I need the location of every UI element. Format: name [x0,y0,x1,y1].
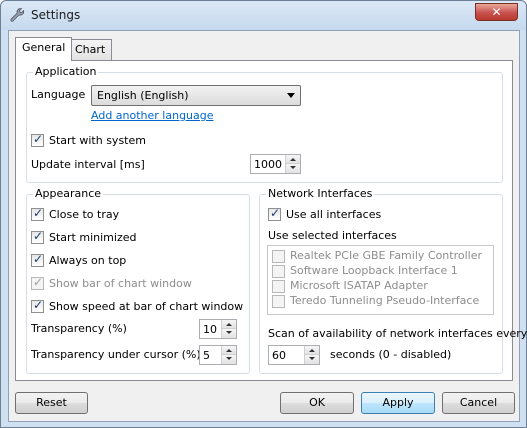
use-all-interfaces-label[interactable]: Use all interfaces [286,208,381,221]
spinner-buttons [304,346,319,364]
spinner-buttons [221,346,236,364]
language-label: Language [31,88,86,101]
general-tab-panel: Application Language English (English) A… [15,60,527,381]
scan-interval-spinner[interactable]: 60 [268,345,320,365]
cancel-button-label: Cancel [459,396,498,409]
always-on-top-checkbox[interactable] [31,252,44,267]
spinner-buttons [221,320,236,338]
show-bar-label: Show bar of chart window [49,277,192,290]
language-select-value: English (English) [97,89,189,102]
interface-checkbox [272,265,285,278]
close-icon: ✕ [491,5,502,19]
window-title: Settings [31,8,81,22]
apply-button-label: Apply [382,396,414,409]
transparency-value: 10 [203,323,217,336]
language-select[interactable]: English (English) [91,85,301,106]
settings-window: Settings ✕ General Chart Application Lan… [0,0,527,428]
dialog-client-area: General Chart Application Language Engli… [8,30,527,422]
ok-button[interactable]: OK [280,392,354,414]
start-with-system-label[interactable]: Start with system [49,134,146,147]
tab-general-label: General [22,41,66,54]
chevron-down-icon [287,93,295,98]
start-minimized-checkbox[interactable] [31,229,44,244]
application-group: Application Language English (English) A… [26,65,503,183]
show-bar-checkbox [31,275,44,290]
interfaces-list[interactable]: Realtek PCIe GBE Family Controller Softw… [267,245,494,315]
add-language-link[interactable]: Add another language [91,109,214,122]
interface-checkbox [272,250,285,263]
start-minimized-label[interactable]: Start minimized [49,231,136,244]
application-group-title: Application [33,65,99,78]
list-item: Realtek PCIe GBE Family Controller [290,249,483,262]
list-item: Teredo Tunneling Pseudo-Interface [290,294,480,307]
transparency-cursor-value: 5 [203,349,210,362]
spin-up-icon[interactable] [305,346,319,355]
network-interfaces-group: Network Interfaces Use all interfaces Us… [259,187,527,374]
interface-checkbox [272,295,285,308]
start-with-system-checkbox[interactable] [31,132,44,147]
appearance-group-title: Appearance [33,187,104,200]
list-item: Software Loopback Interface 1 [290,264,458,277]
always-on-top-label[interactable]: Always on top [49,254,126,267]
scan-interval-suffix: seconds (0 - disabled) [330,348,452,361]
scan-interval-label: Scan of availability of network interfac… [268,327,527,340]
show-speed-checkbox[interactable] [31,298,44,313]
spin-down-icon[interactable] [286,164,300,173]
show-speed-label[interactable]: Show speed at bar of chart window [49,300,243,313]
apply-button[interactable]: Apply [361,392,435,414]
spin-down-icon[interactable] [305,355,319,364]
tab-chart-label: Chart [75,43,106,56]
close-to-tray-checkbox[interactable] [31,206,44,221]
spin-up-icon[interactable] [222,320,236,329]
wrench-icon [10,8,25,22]
title-bar[interactable]: Settings ✕ [1,1,526,30]
scan-interval-value: 60 [272,349,286,362]
tab-chart[interactable]: Chart [68,39,113,60]
spin-down-icon[interactable] [222,329,236,338]
tab-general[interactable]: General [15,37,73,61]
network-group-title: Network Interfaces [266,187,375,200]
close-button[interactable]: ✕ [475,3,518,21]
spin-up-icon[interactable] [286,155,300,164]
transparency-cursor-label: Transparency under cursor (%) [31,348,201,361]
update-interval-label: Update interval [ms] [31,158,145,171]
update-interval-spinner[interactable]: 1000 [250,154,301,174]
cancel-button[interactable]: Cancel [442,392,515,414]
ok-button-label: OK [309,396,325,409]
transparency-label: Transparency (%) [31,322,127,335]
reset-button-label: Reset [36,396,67,409]
use-all-interfaces-checkbox[interactable] [268,206,281,221]
list-item: Microsoft ISATAP Adapter [290,279,428,292]
use-selected-interfaces-label: Use selected interfaces [268,229,397,242]
spin-down-icon[interactable] [222,355,236,364]
transparency-spinner[interactable]: 10 [199,319,237,339]
reset-button[interactable]: Reset [15,392,88,414]
close-to-tray-label[interactable]: Close to tray [49,208,119,221]
spinner-buttons [285,155,300,173]
interface-checkbox [272,280,285,293]
transparency-cursor-spinner[interactable]: 5 [199,345,237,365]
appearance-group: Appearance Close to tray Start minimized… [26,187,250,374]
update-interval-value: 1000 [254,158,282,171]
spin-up-icon[interactable] [222,346,236,355]
